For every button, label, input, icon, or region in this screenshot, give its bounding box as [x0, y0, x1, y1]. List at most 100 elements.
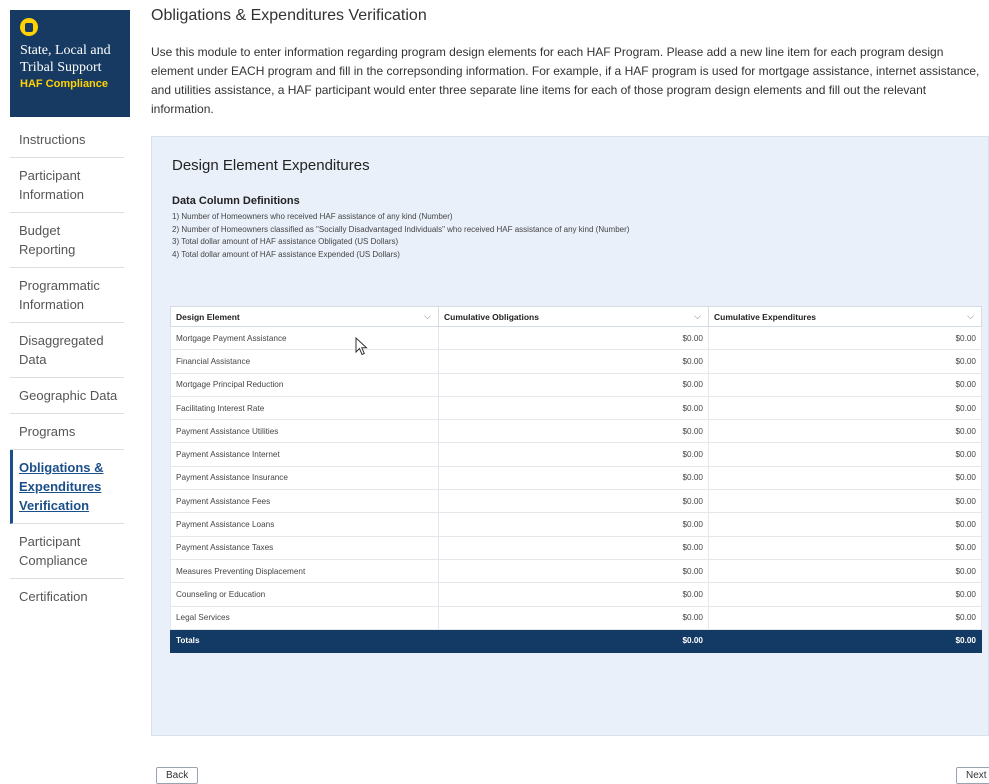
chevron-down-icon[interactable]: ⌵ [424, 311, 431, 322]
cell-design-element: Payment Assistance Taxes [170, 536, 439, 560]
totals-row: Totals $0.00 $0.00 [170, 629, 982, 653]
sidebar-item-label: Expenditures [19, 479, 102, 494]
sidebar-item-disaggregated-data[interactable]: Disaggregated Data [10, 323, 124, 378]
table-row[interactable]: Measures Preventing Displacement $0.00 $0.… [170, 559, 982, 584]
cell-obligations: $0.00 [438, 466, 709, 491]
seal-icon [20, 18, 38, 36]
sidebar-item-label: Programmatic [19, 278, 100, 293]
table-row[interactable]: Facilitating Interest Rate $0.00 $0.00 [170, 396, 982, 421]
cell-obligations: $0.00 [438, 512, 709, 537]
sidebar-item-programs[interactable]: Programs [10, 414, 124, 450]
cell-design-element: Measures Preventing Displacement [170, 559, 439, 584]
cell-design-element: Mortgage Payment Assistance [170, 326, 439, 351]
sidebar-item-label: Instructions [19, 132, 86, 147]
table-row[interactable]: Legal Services $0.00 $0.00 [170, 606, 982, 630]
cell-expenditures: $0.00 [708, 419, 982, 444]
brand-line-1: State, Local and [20, 43, 111, 58]
column-header-label: Cumulative Obligations [444, 311, 539, 322]
sidebar-item-instructions[interactable]: Instructions [10, 122, 124, 158]
sidebar-item-participant-information[interactable]: Participant Information [10, 158, 124, 213]
column-header-design-element[interactable]: Design Element ⌵ [170, 306, 439, 327]
cell-obligations: $0.00 [438, 606, 709, 630]
sidebar-item-label: Participant [19, 534, 81, 549]
sidebar-item-label: Certification [19, 589, 88, 604]
cell-obligations: $0.00 [438, 442, 709, 467]
back-button[interactable]: Back [156, 767, 199, 784]
table-row[interactable]: Mortgage Payment Assistance $0.00 $0.00 [170, 326, 982, 351]
table-header-row: Design Element ⌵ Cumulative Obligations … [170, 306, 982, 327]
mouse-pointer-icon [355, 337, 368, 356]
table-row[interactable]: Payment Assistance Loans $0.00 $0.00 [170, 512, 982, 537]
cell-obligations: $0.00 [438, 489, 709, 514]
sidebar-item-obligations-expenditures[interactable]: Obligations & Expenditures Verification [10, 450, 124, 524]
totals-expenditures: $0.00 [708, 629, 982, 653]
chevron-down-icon[interactable]: ⌵ [694, 311, 701, 322]
table-row[interactable]: Payment Assistance Insurance $0.00 $0.00 [170, 466, 982, 491]
table-row[interactable]: Financial Assistance $0.00 $0.00 [170, 349, 982, 374]
table-row[interactable]: Payment Assistance Utilities $0.00 $0.00 [170, 419, 982, 444]
definitions-list: 1) Number of Homeowners who received HAF… [172, 211, 629, 261]
chevron-down-icon[interactable]: ⌵ [967, 311, 974, 322]
sidebar-item-budget-reporting[interactable]: Budget Reporting [10, 213, 124, 268]
sidebar-item-label: Disaggregated [19, 333, 104, 348]
sidebar-item-label: Information [19, 187, 85, 202]
cell-expenditures: $0.00 [708, 559, 982, 584]
definition-item: 4) Total dollar amount of HAF assistance… [172, 249, 400, 259]
sidebar-item-label: Participant [19, 168, 81, 183]
sidebar-item-label: Information [19, 297, 85, 312]
table-row[interactable]: Payment Assistance Fees $0.00 $0.00 [170, 489, 982, 514]
column-header-label: Design Element [176, 311, 240, 322]
cell-expenditures: $0.00 [708, 489, 982, 514]
cell-obligations: $0.00 [438, 559, 709, 584]
table-row[interactable]: Mortgage Principal Reduction $0.00 $0.00 [170, 373, 982, 397]
column-header-cumulative-expenditures[interactable]: Cumulative Expenditures ⌵ [708, 306, 982, 327]
sidebar-item-label: Programs [19, 424, 76, 439]
cell-obligations: $0.00 [438, 419, 709, 444]
sidebar-item-label: Geographic Data [19, 388, 118, 403]
sidebar-item-label: Reporting [19, 242, 76, 257]
design-element-panel: Design Element Expenditures Data Column … [151, 136, 989, 736]
page-title: Obligations & Expenditures Verification [151, 7, 427, 24]
sidebar-item-label: Verification [19, 498, 90, 513]
sidebar-item-label: Compliance [19, 553, 88, 568]
cell-design-element: Mortgage Principal Reduction [170, 373, 439, 397]
brand-line-2: Tribal Support [20, 60, 102, 75]
totals-label: Totals [170, 629, 439, 653]
column-header-cumulative-obligations[interactable]: Cumulative Obligations ⌵ [438, 306, 709, 327]
cell-design-element: Payment Assistance Loans [170, 512, 439, 537]
cell-expenditures: $0.00 [708, 466, 982, 491]
sidebar-item-label: Obligations & [19, 460, 104, 475]
sidebar-nav: Instructions Participant Information Bud… [10, 122, 124, 614]
cell-design-element: Counseling or Education [170, 582, 439, 607]
table-row[interactable]: Payment Assistance Internet $0.00 $0.00 [170, 442, 982, 467]
cell-expenditures: $0.00 [708, 582, 982, 607]
table-row[interactable]: Counseling or Education $0.00 $0.00 [170, 582, 982, 607]
next-button[interactable]: Next [956, 767, 989, 784]
cell-design-element: Legal Services [170, 606, 439, 630]
cell-obligations: $0.00 [438, 373, 709, 397]
sidebar-item-participant-compliance[interactable]: Participant Compliance [10, 524, 124, 579]
cell-expenditures: $0.00 [708, 349, 982, 374]
cell-obligations: $0.00 [438, 326, 709, 351]
cell-design-element: Payment Assistance Internet [170, 442, 439, 467]
cell-design-element: Facilitating Interest Rate [170, 396, 439, 421]
table-row[interactable]: Payment Assistance Taxes $0.00 $0.00 [170, 536, 982, 560]
sidebar-item-label: Data [19, 352, 47, 367]
definition-item: 1) Number of Homeowners who received HAF… [172, 212, 453, 221]
brand-block: State, Local and Tribal Support HAF Comp… [10, 10, 130, 117]
cell-expenditures: $0.00 [708, 442, 982, 467]
cell-obligations: $0.00 [438, 349, 709, 374]
cell-expenditures: $0.00 [708, 396, 982, 421]
definition-item: 2) Number of Homeowners classified as "S… [172, 224, 630, 234]
definitions-title: Data Column Definitions [172, 195, 300, 207]
sidebar-item-certification[interactable]: Certification [10, 579, 124, 614]
cell-obligations: $0.00 [438, 536, 709, 560]
sidebar-item-programmatic-information[interactable]: Programmatic Information [10, 268, 124, 323]
column-header-label: Cumulative Expenditures [714, 311, 817, 322]
cell-obligations: $0.00 [438, 582, 709, 607]
cell-expenditures: $0.00 [708, 536, 982, 560]
definition-item: 3) Total dollar amount of HAF assistance… [172, 237, 399, 246]
brand-subtitle: HAF Compliance [20, 78, 109, 90]
sidebar-item-geographic-data[interactable]: Geographic Data [10, 378, 124, 414]
expenditures-table: Design Element ⌵ Cumulative Obligations … [170, 306, 982, 653]
